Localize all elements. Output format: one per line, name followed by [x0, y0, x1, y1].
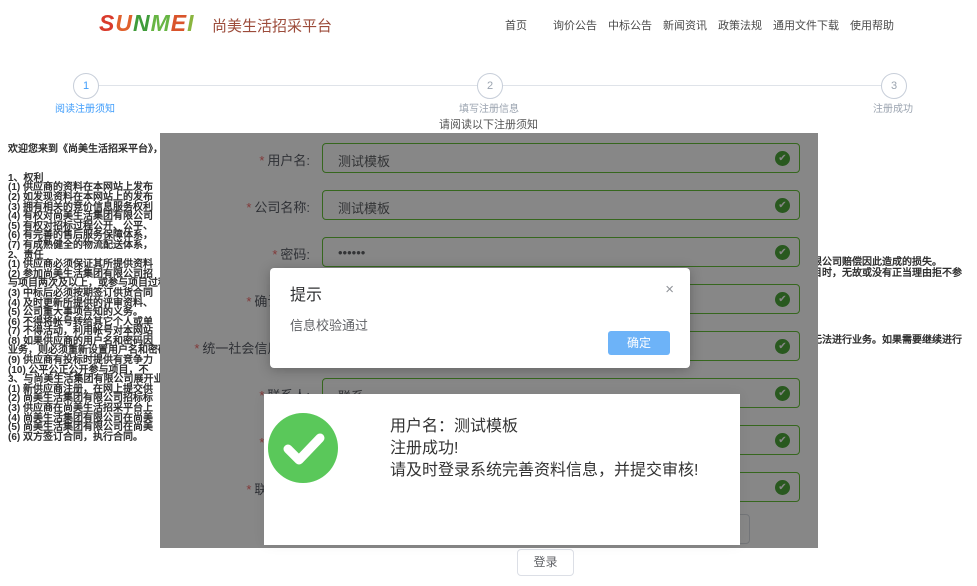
- step-label-1: 阅读注册须知: [55, 100, 115, 115]
- success-check-icon: [268, 413, 338, 483]
- nav-item-2[interactable]: 询价公告: [553, 17, 597, 33]
- step-connector-2: [502, 85, 881, 86]
- login-button[interactable]: 登录: [517, 549, 574, 576]
- nav-item-4[interactable]: 新闻资讯: [663, 17, 707, 33]
- nav-item-7[interactable]: 使用帮助: [850, 17, 894, 33]
- registration-page: SUNMEI 尚美生活招采平台 首页 询价公告中标公告新闻资讯政策法规通用文件下载…: [0, 0, 977, 586]
- top-nav: 首页 询价公告中标公告新闻资讯政策法规通用文件下载使用帮助: [505, 17, 894, 33]
- confirm-button[interactable]: 确定: [608, 331, 670, 355]
- sunmei-logo: SUNMEI: [99, 10, 195, 37]
- notice-subtitle: 请阅读以下注册须知: [0, 116, 977, 132]
- dialog-message: 信息校验通过: [290, 315, 368, 334]
- success-message-line: 注册成功!: [390, 438, 698, 460]
- logo-letter: S: [99, 10, 115, 36]
- logo-letter: E: [171, 10, 187, 36]
- step-label-3: 注册成功: [873, 100, 913, 115]
- logo-letter: I: [187, 10, 194, 36]
- step-circle-3: 3: [881, 73, 907, 99]
- success-popup: 用户名：测试模板注册成功!请及时登录系统完善资料信息，并提交审核!: [264, 394, 740, 545]
- success-message-line: 请及时登录系统完善资料信息，并提交审核!: [390, 460, 698, 482]
- step-circle-2: 2: [477, 73, 503, 99]
- notice-fragment-2: 目时，无故或没有正当理由拒不参: [812, 269, 962, 279]
- notice-fragment-3: 无法进行业务。如果需要继续进行: [812, 336, 962, 346]
- brand-title: 尚美生活招采平台: [212, 15, 332, 36]
- step-label-2: 填写注册信息: [459, 100, 519, 115]
- message-dialog: 提示 × 信息校验通过 确定: [270, 268, 690, 368]
- success-message: 用户名：测试模板注册成功!请及时登录系统完善资料信息，并提交审核!: [390, 416, 698, 482]
- step-circle-1: 1: [73, 73, 99, 99]
- nav-item-5[interactable]: 政策法规: [718, 17, 762, 33]
- success-message-line: 用户名：测试模板: [390, 416, 698, 438]
- logo-letter: N: [133, 10, 151, 36]
- notice-fragment-1: 限公司赔偿因此造成的损失。: [812, 258, 942, 268]
- step-connector-1: [98, 85, 477, 86]
- nav-item-6[interactable]: 通用文件下载: [773, 17, 839, 33]
- dialog-title: 提示: [290, 281, 322, 305]
- nav-item-3[interactable]: 中标公告: [608, 17, 652, 33]
- nav-item-1[interactable]: 首页: [505, 17, 527, 33]
- logo-letter: M: [151, 10, 171, 36]
- logo-letter: U: [115, 10, 133, 36]
- close-icon[interactable]: ×: [665, 281, 674, 298]
